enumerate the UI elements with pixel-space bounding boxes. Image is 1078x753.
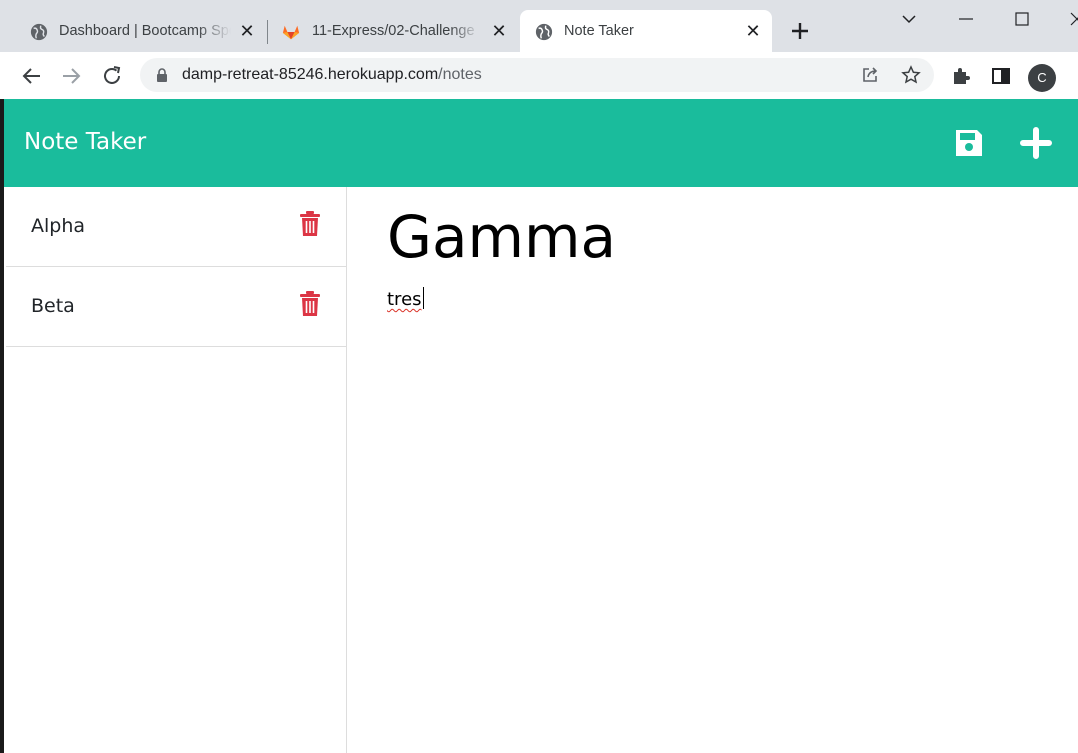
- list-item[interactable]: Beta: [6, 267, 346, 347]
- url-host: damp-retreat-85246.herokuapp.com: [182, 66, 439, 83]
- note-text: tres: [387, 289, 422, 310]
- trash-icon[interactable]: [299, 211, 321, 237]
- browser-chrome: Dashboard | Bootcamp Spot ✕ 11-Express/0…: [0, 0, 1078, 99]
- text-caret: [422, 287, 424, 309]
- note-text-area[interactable]: tres: [387, 287, 424, 310]
- extensions-puzzle-icon[interactable]: [950, 65, 972, 87]
- tab-title: 11-Express/02-Challenge · master: [312, 23, 480, 39]
- close-window-icon[interactable]: [1064, 6, 1078, 32]
- tab-close-icon[interactable]: ✕: [744, 22, 762, 40]
- new-tab-icon[interactable]: [787, 18, 813, 44]
- trash-icon[interactable]: [299, 291, 321, 317]
- tab-title: Note Taker: [564, 23, 634, 39]
- side-panel-icon[interactable]: [990, 65, 1012, 87]
- note-title-input[interactable]: Gamma: [387, 203, 616, 271]
- profile-avatar[interactable]: C: [1028, 64, 1056, 92]
- gitlab-icon: [282, 25, 300, 40]
- brand-title[interactable]: Note Taker: [24, 129, 146, 155]
- url-path: /notes: [438, 66, 482, 83]
- tab-note-taker[interactable]: Note Taker ✕: [520, 10, 772, 52]
- globe-icon: [535, 23, 553, 41]
- bookmark-star-icon[interactable]: [901, 65, 921, 85]
- share-icon[interactable]: [860, 65, 880, 85]
- maximize-icon[interactable]: [1009, 6, 1035, 32]
- minimize-icon[interactable]: [953, 6, 979, 32]
- tab-gitlab[interactable]: 11-Express/02-Challenge · master ✕: [270, 10, 518, 52]
- tab-strip: Dashboard | Bootcamp Spot ✕ 11-Express/0…: [0, 0, 1078, 52]
- url-text: damp-retreat-85246.herokuapp.com/notes: [182, 66, 482, 84]
- lock-icon[interactable]: [156, 68, 168, 82]
- window-edge: [0, 99, 4, 753]
- browser-toolbar: damp-retreat-85246.herokuapp.com/notes C: [0, 52, 1078, 99]
- note-taker-app: Note Taker Alpha Beta Gamma tres: [0, 99, 1078, 753]
- tab-title: Dashboard | Bootcamp Spot: [59, 23, 231, 39]
- back-arrow-icon[interactable]: [20, 64, 44, 88]
- navbar: Note Taker: [4, 99, 1078, 187]
- plus-icon[interactable]: [1020, 127, 1052, 159]
- tab-separator: [267, 20, 268, 44]
- note-editor: Gamma tres: [347, 187, 1078, 753]
- note-title[interactable]: Alpha: [31, 215, 85, 237]
- tab-search-chevron-icon[interactable]: [896, 6, 922, 32]
- tab-close-icon[interactable]: ✕: [238, 22, 256, 40]
- tab-close-icon[interactable]: ✕: [490, 22, 508, 40]
- list-item[interactable]: Alpha: [6, 187, 346, 267]
- reload-icon[interactable]: [100, 64, 124, 88]
- address-bar[interactable]: damp-retreat-85246.herokuapp.com/notes: [140, 58, 934, 92]
- globe-icon: [30, 23, 48, 41]
- notes-sidebar: Alpha Beta: [4, 187, 347, 753]
- note-title[interactable]: Beta: [31, 295, 75, 317]
- save-icon[interactable]: [953, 127, 985, 159]
- tab-dashboard[interactable]: Dashboard | Bootcamp Spot ✕: [0, 10, 266, 52]
- forward-arrow-icon[interactable]: [59, 64, 83, 88]
